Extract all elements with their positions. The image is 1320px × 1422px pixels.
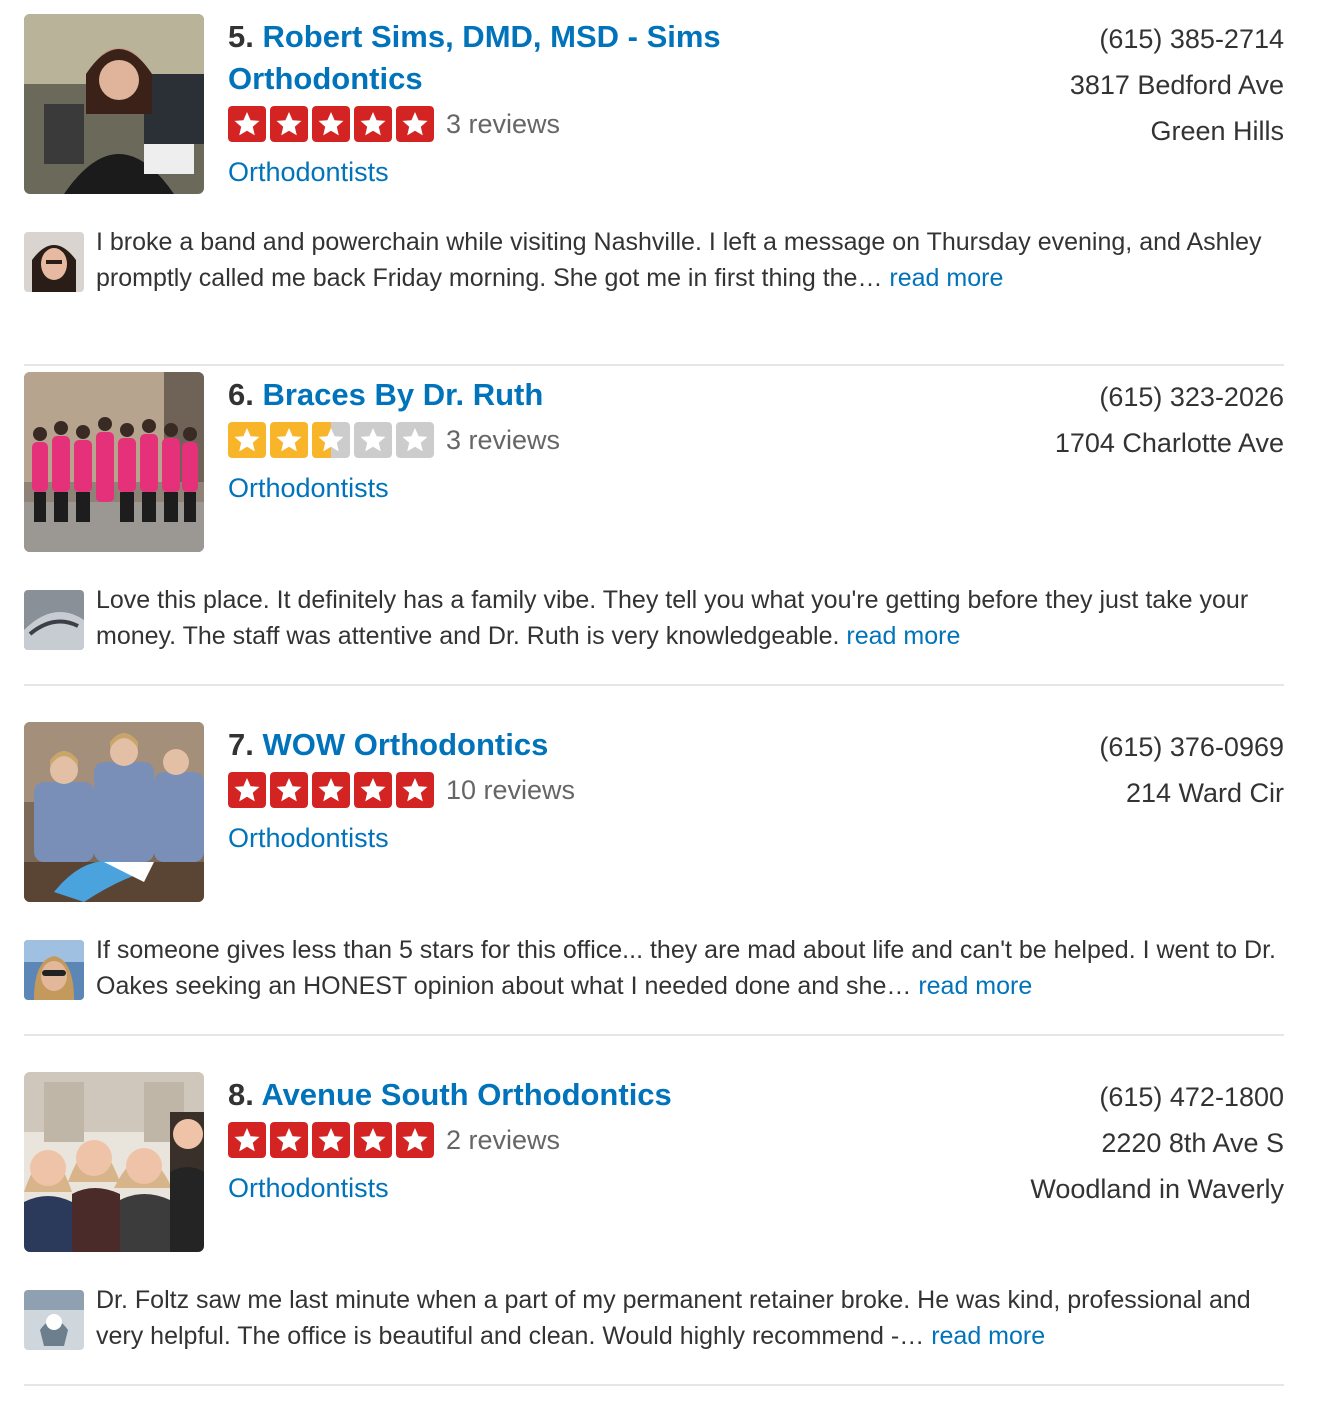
category-link[interactable]: Orthodontists xyxy=(228,1170,788,1206)
search-result-listing: 7. WOW Orthodontics 10 reviews Orthodont… xyxy=(24,722,1284,1072)
business-name-link[interactable]: Braces By Dr. Ruth xyxy=(262,377,543,412)
star-icon xyxy=(396,106,434,142)
review-snippet: Love this place. It definitely has a fam… xyxy=(24,582,1284,654)
business-secondary-info: (615) 376-0969 214 Ward Cir xyxy=(864,724,1284,816)
reviewer-avatar[interactable] xyxy=(24,590,84,650)
rating-row: 2 reviews xyxy=(228,1120,788,1160)
star-rating xyxy=(228,106,434,142)
star-icon xyxy=(228,772,266,808)
business-title: 8. Avenue South Orthodontics xyxy=(228,1074,788,1116)
business-main-info: 7. WOW Orthodontics 10 reviews Orthodont… xyxy=(228,724,788,856)
snippet-body: Love this place. It definitely has a fam… xyxy=(96,586,1249,650)
review-snippet: I broke a band and powerchain while visi… xyxy=(24,224,1284,296)
phone-number: (615) 385-2714 xyxy=(1099,24,1284,54)
review-snippet-text: I broke a band and powerchain while visi… xyxy=(96,224,1284,296)
search-result-listing: 6. Braces By Dr. Ruth 3 reviews Orthodon… xyxy=(24,372,1284,722)
category-link[interactable]: Orthodontists xyxy=(228,154,788,190)
reviewer-avatar[interactable] xyxy=(24,232,84,292)
business-photo[interactable] xyxy=(24,722,204,902)
listing-divider xyxy=(24,1384,1284,1386)
category-link[interactable]: Orthodontists xyxy=(228,820,788,856)
business-title: 5. Robert Sims, DMD, MSD - Sims Orthodon… xyxy=(228,16,788,100)
star-icon xyxy=(270,1122,308,1158)
search-result-listing: 8. Avenue South Orthodontics 2 reviews O… xyxy=(24,1072,1284,1422)
business-main-info: 6. Braces By Dr. Ruth 3 reviews Orthodon… xyxy=(228,374,788,506)
rating-row: 3 reviews xyxy=(228,104,788,144)
star-icon xyxy=(312,106,350,142)
star-rating xyxy=(228,772,434,808)
snippet-body: Dr. Foltz saw me last minute when a part… xyxy=(96,1286,1251,1350)
business-photo[interactable] xyxy=(24,1072,204,1252)
review-count: 10 reviews xyxy=(446,775,576,805)
star-icon xyxy=(228,106,266,142)
phone-number: (615) 376-0969 xyxy=(1099,732,1284,762)
rating-row: 10 reviews xyxy=(228,770,788,810)
read-more-link[interactable]: read more xyxy=(918,972,1032,1000)
star-icon xyxy=(312,422,350,458)
neighborhood: Woodland in Waverly xyxy=(1030,1174,1284,1204)
star-icon xyxy=(396,422,434,458)
star-icon xyxy=(312,1122,350,1158)
reviewer-avatar[interactable] xyxy=(24,940,84,1000)
result-index: 7. xyxy=(228,727,254,762)
star-icon xyxy=(396,1122,434,1158)
star-icon xyxy=(354,772,392,808)
business-name-link[interactable]: Robert Sims, DMD, MSD - Sims Orthodontic… xyxy=(228,19,721,96)
star-icon xyxy=(354,422,392,458)
review-snippet-text: If someone gives less than 5 stars for t… xyxy=(96,932,1284,1004)
business-photo[interactable] xyxy=(24,372,204,552)
search-result-listing: 5. Robert Sims, DMD, MSD - Sims Orthodon… xyxy=(24,14,1284,366)
star-icon xyxy=(354,106,392,142)
result-index: 5. xyxy=(228,19,254,54)
review-snippet: Dr. Foltz saw me last minute when a part… xyxy=(24,1282,1284,1354)
address: 2220 8th Ave S xyxy=(1101,1128,1284,1158)
category-link[interactable]: Orthodontists xyxy=(228,470,788,506)
phone-number: (615) 472-1800 xyxy=(1099,1082,1284,1112)
neighborhood: Green Hills xyxy=(1150,116,1284,146)
star-icon xyxy=(270,772,308,808)
business-main-info: 5. Robert Sims, DMD, MSD - Sims Orthodon… xyxy=(228,16,788,190)
listing-divider xyxy=(24,364,1284,366)
star-icon xyxy=(228,1122,266,1158)
business-name-link[interactable]: Avenue South Orthodontics xyxy=(261,1077,671,1112)
snippet-body: If someone gives less than 5 stars for t… xyxy=(96,936,1276,1000)
address: 3817 Bedford Ave xyxy=(1069,70,1284,100)
star-icon xyxy=(354,1122,392,1158)
star-rating xyxy=(228,1122,434,1158)
review-count: 2 reviews xyxy=(446,1125,561,1155)
star-icon xyxy=(270,106,308,142)
review-snippet-text: Dr. Foltz saw me last minute when a part… xyxy=(96,1282,1284,1354)
business-main-info: 8. Avenue South Orthodontics 2 reviews O… xyxy=(228,1074,788,1206)
reviewer-avatar[interactable] xyxy=(24,1290,84,1350)
star-icon xyxy=(312,772,350,808)
listing-divider xyxy=(24,684,1284,686)
phone-number: (615) 323-2026 xyxy=(1099,382,1284,412)
read-more-link[interactable]: read more xyxy=(931,1322,1045,1350)
star-rating xyxy=(228,422,434,458)
read-more-link[interactable]: read more xyxy=(889,264,1003,292)
address: 214 Ward Cir xyxy=(1125,778,1284,808)
snippet-body: I broke a band and powerchain while visi… xyxy=(96,228,1262,292)
star-icon xyxy=(396,772,434,808)
business-title: 7. WOW Orthodontics xyxy=(228,724,788,766)
business-secondary-info: (615) 323-2026 1704 Charlotte Ave xyxy=(864,374,1284,466)
business-name-link[interactable]: WOW Orthodontics xyxy=(262,727,548,762)
business-secondary-info: (615) 385-2714 3817 Bedford Ave Green Hi… xyxy=(864,16,1284,154)
review-snippet: If someone gives less than 5 stars for t… xyxy=(24,932,1284,1004)
business-title: 6. Braces By Dr. Ruth xyxy=(228,374,788,416)
read-more-link[interactable]: read more xyxy=(846,622,960,650)
review-snippet-text: Love this place. It definitely has a fam… xyxy=(96,582,1284,654)
address: 1704 Charlotte Ave xyxy=(1054,428,1284,458)
star-icon xyxy=(228,422,266,458)
review-count: 3 reviews xyxy=(446,425,561,455)
rating-row: 3 reviews xyxy=(228,420,788,460)
review-count: 3 reviews xyxy=(446,109,561,139)
star-icon xyxy=(270,422,308,458)
business-secondary-info: (615) 472-1800 2220 8th Ave S Woodland i… xyxy=(864,1074,1284,1212)
result-index: 8. xyxy=(228,1077,254,1112)
result-index: 6. xyxy=(228,377,254,412)
business-photo[interactable] xyxy=(24,14,204,194)
listing-divider xyxy=(24,1034,1284,1036)
